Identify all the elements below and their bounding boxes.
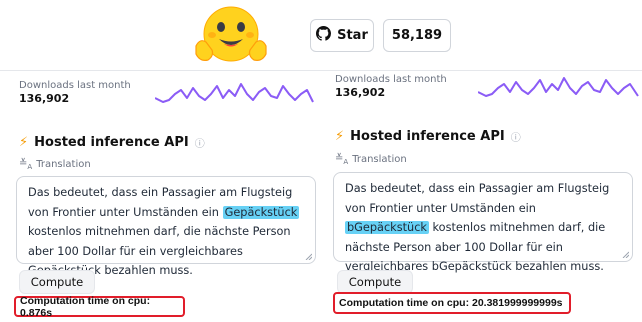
right-output-textbox[interactable]: Das bedeutet, dass ein Passagier am Flug… [333, 172, 633, 273]
api-title: Hosted inference API [34, 135, 189, 150]
api-title: Hosted inference API [350, 129, 505, 144]
highlighted-word: bGepäckstück [345, 221, 429, 234]
hugging-face-logo [190, 4, 272, 66]
info-icon[interactable]: ⓘ [511, 129, 521, 144]
right-task: ≚A Translation [335, 153, 407, 166]
left-api-header: ⚡ Hosted inference API ⓘ [19, 135, 205, 150]
star-count[interactable]: 58,189 [383, 19, 451, 52]
left-downloads: Downloads last month 136,902 [19, 80, 131, 105]
highlighted-word: Gepäckstück [222, 205, 300, 219]
github-icon [316, 26, 332, 45]
star-label: Star [337, 28, 368, 43]
right-api-header: ⚡ Hosted inference API ⓘ [335, 129, 521, 144]
right-downloads: Downloads last month 136,902 [335, 74, 447, 99]
right-compute-button[interactable]: Compute [337, 270, 413, 294]
left-output-textbox[interactable]: Das bedeutet, dass ein Passagier am Flug… [16, 176, 316, 277]
left-downloads-sparkline [155, 83, 314, 103]
left-computation-time: Computation time on cpu: 0.876s [14, 295, 185, 319]
output-text: Das bedeutet, dass ein Passagier am Flug… [345, 182, 610, 215]
downloads-value: 136,902 [19, 92, 70, 105]
lightning-icon: ⚡ [335, 129, 345, 144]
right-downloads-sparkline [478, 77, 639, 97]
translate-icon: ≚A [335, 153, 349, 166]
info-icon[interactable]: ⓘ [195, 135, 205, 150]
right-computation-time: Computation time on cpu: 20.381999999999… [333, 292, 571, 314]
translate-icon: ≚A [19, 158, 33, 171]
task-label: Translation [36, 159, 91, 170]
left-compute-button[interactable]: Compute [19, 270, 95, 294]
github-star-button[interactable]: Star [310, 19, 374, 52]
task-label: Translation [352, 154, 407, 165]
downloads-label: Downloads last month [19, 80, 131, 91]
lightning-icon: ⚡ [19, 135, 29, 150]
resize-handle-icon[interactable] [305, 253, 312, 260]
downloads-label: Downloads last month [335, 74, 447, 85]
resize-handle-icon[interactable] [622, 251, 629, 258]
downloads-value: 136,902 [335, 86, 386, 99]
left-task: ≚A Translation [19, 158, 91, 171]
